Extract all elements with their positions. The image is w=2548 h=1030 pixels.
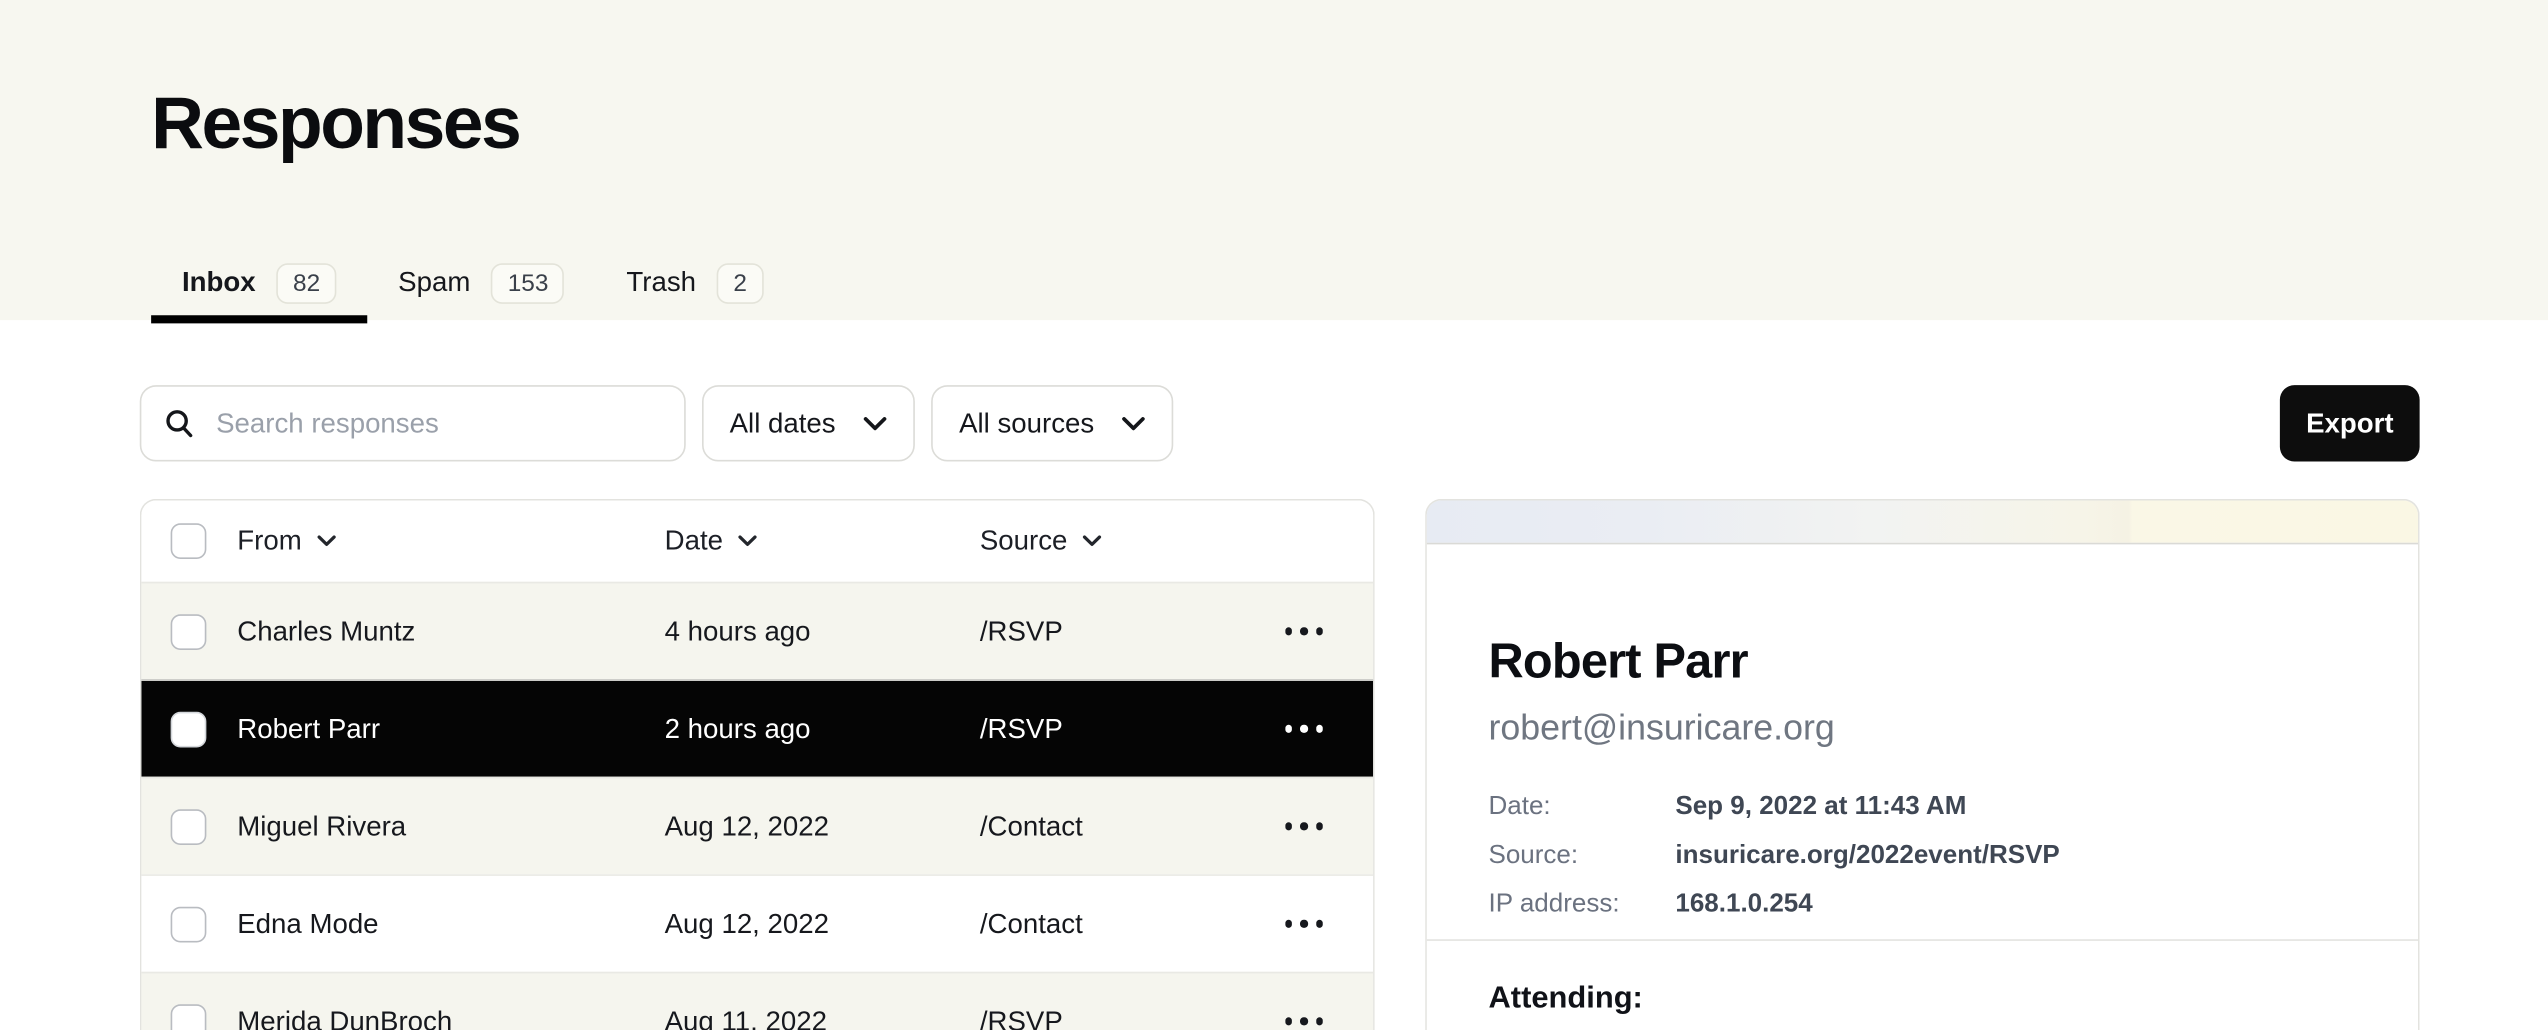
row-checkbox[interactable]: [171, 906, 207, 942]
toolbar: All dates All sources Export: [140, 385, 2420, 461]
content-area: From Date Source: [140, 499, 2420, 1030]
detail-divider: [1427, 939, 2418, 941]
table-row[interactable]: Charles Muntz 4 hours ago /RSVP: [141, 582, 1373, 680]
responses-table: From Date Source: [140, 499, 1375, 1030]
tab-spam[interactable]: Spam 153: [367, 245, 595, 320]
table-row[interactable]: Edna Mode Aug 12, 2022 /Contact: [141, 874, 1373, 972]
row-actions-button[interactable]: [1281, 1018, 1323, 1025]
row-actions-button[interactable]: [1281, 823, 1323, 830]
search-input[interactable]: [213, 405, 662, 441]
detail-header-gradient: [1427, 501, 2418, 545]
row-checkbox[interactable]: [171, 711, 207, 747]
row-date: 4 hours ago: [665, 615, 980, 648]
source-filter-select[interactable]: All sources: [931, 385, 1173, 461]
select-all-checkbox[interactable]: [171, 523, 207, 559]
tab-inbox-label: Inbox: [182, 267, 256, 300]
attending-section-heading: Attending:: [1489, 982, 2357, 1018]
row-date: 2 hours ago: [665, 713, 980, 746]
row-source: /RSVP: [980, 713, 1281, 746]
response-detail-panel: Robert Parr robert@insuricare.org Date: …: [1425, 499, 2420, 1030]
search-box: [140, 385, 686, 461]
detail-field-source: Source: insuricare.org/2022event/RSVP: [1489, 842, 2357, 870]
row-from: Merida DunBroch: [237, 1005, 664, 1030]
source-filter-value: All sources: [959, 407, 1094, 440]
column-header-source[interactable]: Source: [980, 525, 1281, 558]
row-checkbox[interactable]: [171, 808, 207, 844]
table-header-row: From Date Source: [141, 501, 1373, 582]
date-filter-select[interactable]: All dates: [702, 385, 915, 461]
row-source: /RSVP: [980, 1005, 1281, 1030]
export-button[interactable]: Export: [2280, 385, 2419, 461]
respondent-email: robert@insuricare.org: [1489, 707, 2357, 749]
detail-field-ip-address: IP address: 168.1.0.254: [1489, 891, 2357, 919]
column-header-from[interactable]: From: [237, 525, 664, 558]
row-source: /Contact: [980, 810, 1281, 843]
page-header: Responses Inbox 82 Spam 153 Trash 2: [0, 0, 2548, 320]
row-from: Miguel Rivera: [237, 810, 664, 843]
detail-field-date: Date: Sep 9, 2022 at 11:43 AM: [1489, 793, 2357, 821]
row-actions-button[interactable]: [1281, 725, 1323, 732]
date-filter-value: All dates: [730, 407, 836, 440]
row-source: /Contact: [980, 908, 1281, 941]
chevron-down-icon: [316, 535, 336, 548]
chevron-down-icon: [863, 415, 887, 431]
row-checkbox[interactable]: [171, 613, 207, 649]
row-checkbox[interactable]: [171, 1003, 207, 1030]
chevron-down-icon: [1122, 415, 1146, 431]
responses-page: Responses Inbox 82 Spam 153 Trash 2: [0, 0, 2548, 1030]
tab-spam-label: Spam: [398, 267, 470, 300]
tab-trash-label: Trash: [626, 267, 696, 300]
chevron-down-icon: [738, 535, 758, 548]
row-from: Charles Muntz: [237, 615, 664, 648]
chevron-down-icon: [1082, 535, 1102, 548]
table-row[interactable]: Merida DunBroch Aug 11, 2022 /RSVP: [141, 972, 1373, 1030]
row-actions-button[interactable]: [1281, 628, 1323, 635]
column-header-date[interactable]: Date: [665, 525, 980, 558]
row-date: Aug 12, 2022: [665, 908, 980, 941]
row-from: Robert Parr: [237, 713, 664, 746]
detail-fields: Date: Sep 9, 2022 at 11:43 AM Source: in…: [1489, 793, 2357, 918]
tab-trash-count-badge: 2: [717, 262, 763, 303]
page-title: Responses: [0, 0, 2548, 166]
row-date: Aug 11, 2022: [665, 1005, 980, 1030]
row-actions-button[interactable]: [1281, 920, 1323, 927]
tabs: Inbox 82 Spam 153 Trash 2: [151, 245, 794, 320]
row-source: /RSVP: [980, 615, 1281, 648]
table-row[interactable]: Miguel Rivera Aug 12, 2022 /Contact: [141, 777, 1373, 875]
tab-inbox-count-badge: 82: [277, 262, 337, 303]
tab-trash[interactable]: Trash 2: [596, 245, 795, 320]
row-from: Edna Mode: [237, 908, 664, 941]
table-row-selected[interactable]: Robert Parr 2 hours ago /RSVP: [141, 679, 1373, 777]
respondent-name: Robert Parr: [1489, 635, 2357, 690]
detail-body: Robert Parr robert@insuricare.org Date: …: [1427, 635, 2418, 1017]
tab-spam-count-badge: 153: [491, 262, 564, 303]
row-date: Aug 12, 2022: [665, 810, 980, 843]
tab-inbox[interactable]: Inbox 82: [151, 245, 367, 320]
search-icon: [164, 408, 195, 439]
